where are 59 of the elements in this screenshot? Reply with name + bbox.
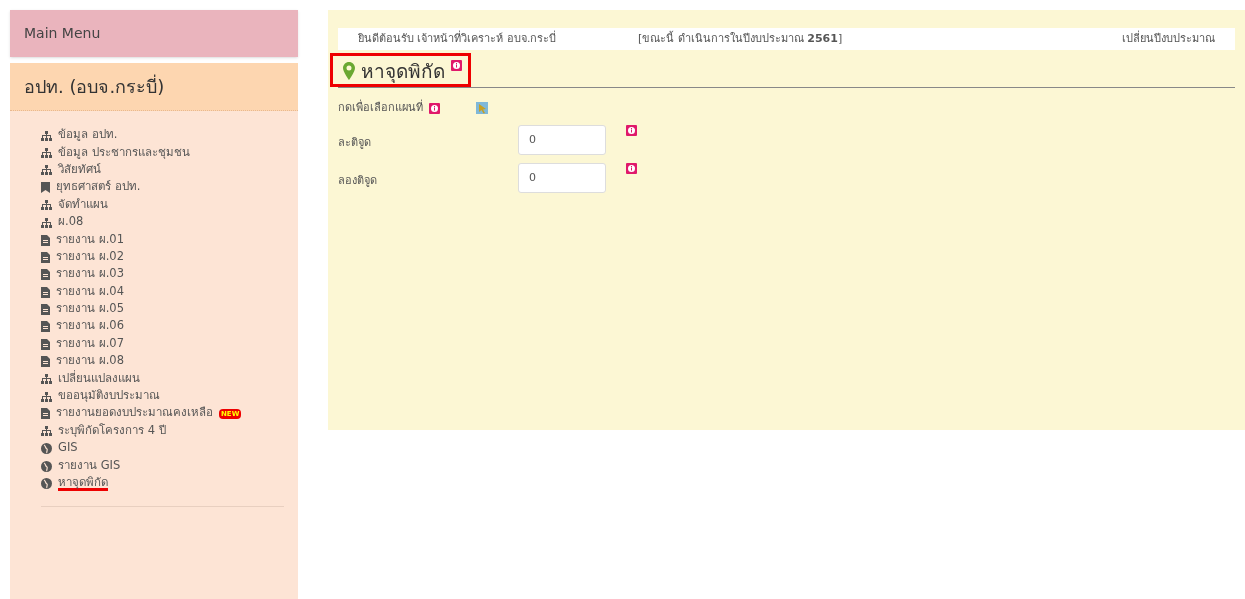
info-icon	[429, 102, 440, 114]
sitemap-icon	[41, 130, 52, 141]
menu-item[interactable]: GIS	[58, 441, 78, 457]
menu-item[interactable]: รายงาน ผ.01	[56, 232, 124, 248]
sitemap-icon	[41, 217, 52, 228]
info-icon	[451, 60, 462, 71]
globe-icon	[41, 443, 52, 455]
menu-item[interactable]: จัดทำแผน	[58, 197, 108, 213]
globe-icon	[41, 478, 52, 489]
map-select-label: กดเพื่อเลือกแผนที่	[338, 100, 423, 116]
menu-item[interactable]: รายงาน ผ.05	[56, 302, 124, 318]
menu-item[interactable]: หาจุดพิกัด	[58, 476, 108, 491]
coordinate-input[interactable]: 0	[518, 162, 606, 193]
menu-item[interactable]: วิสัยทัศน์	[58, 162, 101, 178]
document-icon	[41, 234, 50, 246]
field-label: ละติจูด	[338, 134, 372, 151]
map-picker-icon[interactable]	[476, 102, 488, 115]
info-icon	[626, 124, 637, 136]
bookmark-icon	[41, 182, 50, 194]
menu-item[interactable]: รายงาน GIS	[58, 458, 121, 474]
menu-item[interactable]: เปลี่ยนแปลงแผน	[58, 371, 140, 387]
welcome-text: ยินดีต้อนรับ เจ้าหน้าที่วิเคราะห์ อบจ.กระบี่	[358, 30, 558, 47]
title-text: หาจุดพิกัด	[361, 60, 445, 82]
info-icon	[626, 162, 637, 174]
document-icon	[41, 286, 50, 298]
sitemap-icon	[41, 200, 52, 211]
menu-item[interactable]: ระบุพิกัดโครงการ 4 ปี	[58, 423, 166, 439]
section-header: อปท. (อบจ.กระบี่)	[10, 63, 298, 111]
sitemap-icon	[41, 391, 52, 402]
globe-icon	[41, 460, 52, 472]
change-year-link[interactable]: เปลี่ยนปีงบประมาณ	[1122, 30, 1215, 48]
sitemap-icon	[41, 426, 52, 437]
document-icon	[41, 356, 50, 368]
menu-item[interactable]: ผ.08	[58, 215, 84, 231]
coordinate-input[interactable]: 0	[518, 124, 606, 155]
sitemap-icon	[41, 148, 52, 159]
menu-item[interactable]: รายงาน ผ.04	[56, 284, 124, 300]
main-menu-header: Main Menu	[10, 10, 298, 57]
field-label: ลองติจูด	[338, 172, 378, 189]
document-icon	[41, 269, 50, 281]
menu-item[interactable]: รายงานยอดงบประมาณคงเหลือ	[56, 406, 213, 422]
map-pin-icon	[343, 62, 355, 80]
sitemap-icon	[41, 165, 52, 176]
menu-item[interactable]: รายงาน ผ.07	[56, 336, 124, 352]
document-icon	[41, 304, 50, 316]
menu-item[interactable]: ยุทธศาสตร์ อปท.	[56, 180, 141, 196]
document-icon	[41, 408, 50, 420]
document-icon	[41, 321, 50, 333]
menu-item[interactable]: ข้อมูล อปท.	[58, 128, 118, 144]
menu-item[interactable]: ขออนุมัติงบประมาณ	[58, 389, 160, 405]
menu-item[interactable]: รายงาน ผ.06	[56, 319, 124, 335]
menu-item[interactable]: รายงาน ผ.02	[56, 249, 124, 265]
sitemap-icon	[41, 374, 52, 385]
menu-item[interactable]: รายงาน ผ.08	[56, 354, 124, 370]
menu-item[interactable]: รายงาน ผ.03	[56, 267, 124, 283]
document-icon	[41, 338, 50, 350]
document-icon	[41, 251, 50, 263]
fiscal-year-text: [ขณะนี้ ดำเนินการในปีงบประมาณ 2561]	[638, 30, 843, 47]
menu-item[interactable]: ข้อมูล ประชากรและชุมชน	[58, 145, 190, 161]
